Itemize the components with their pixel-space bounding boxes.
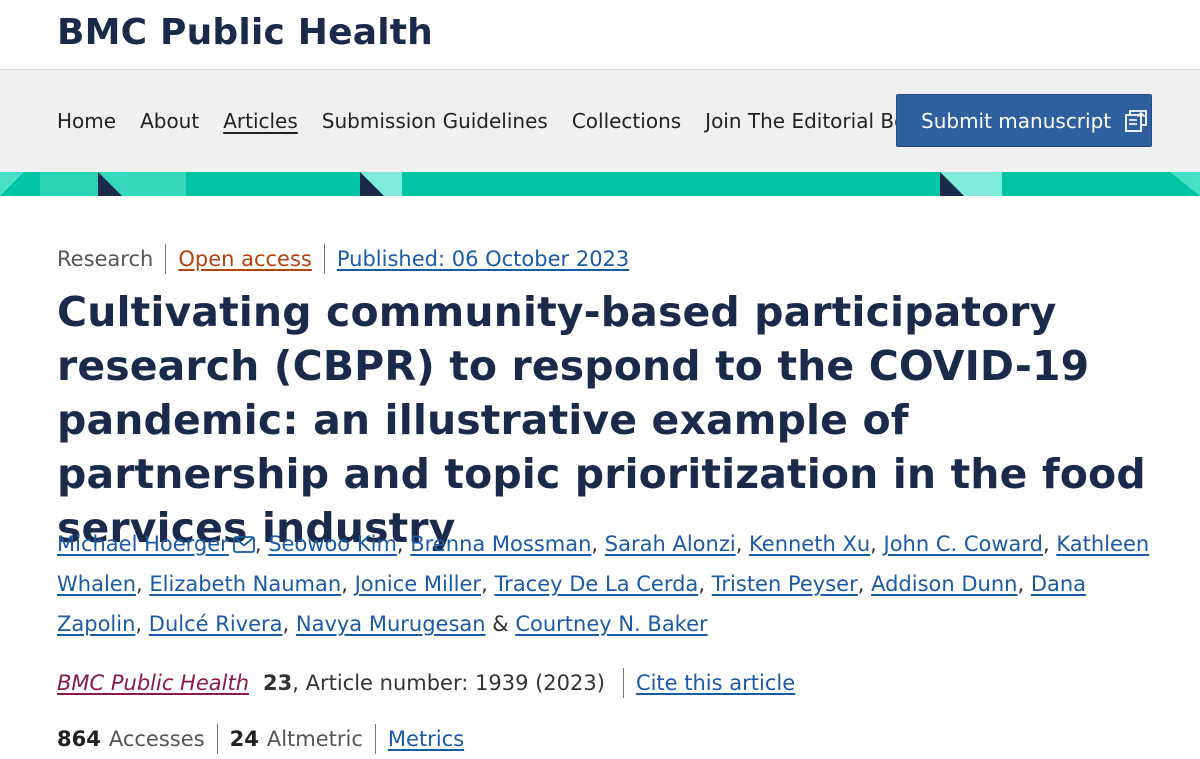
main-navigation: Home About Articles Submission Guideline…	[0, 70, 1200, 172]
submit-manuscript-button[interactable]: Submit manuscript	[896, 94, 1152, 147]
author-link[interactable]: Jonice Miller	[355, 572, 482, 596]
author-link[interactable]: Elizabeth Nauman	[149, 572, 341, 596]
journal-title[interactable]: BMC Public Health	[57, 12, 433, 53]
journal-link[interactable]: BMC Public Health	[57, 671, 249, 695]
metrics-link[interactable]: Metrics	[388, 727, 464, 751]
nav-articles[interactable]: Articles	[223, 109, 298, 133]
accesses-count: 864	[57, 727, 101, 751]
nav-links: Home About Articles Submission Guideline…	[57, 70, 963, 172]
cite-article-link[interactable]: Cite this article	[636, 671, 795, 695]
meta-divider	[165, 244, 167, 274]
author-link[interactable]: Michael Hoerger	[57, 532, 229, 556]
author-link[interactable]: Navya Murugesan	[296, 612, 486, 636]
author-link[interactable]: Dulcé Rivera	[149, 612, 283, 636]
citation-divider	[622, 668, 624, 698]
submit-manuscript-icon	[1125, 109, 1148, 132]
author-link[interactable]: Kenneth Xu	[749, 532, 870, 556]
author-link[interactable]: Courtney N. Baker	[515, 612, 707, 636]
nav-submission-guidelines[interactable]: Submission Guidelines	[322, 109, 548, 133]
author-link[interactable]: Sarah Alonzi	[605, 532, 736, 556]
author-list: Michael Hoerger, Seowoo Kim, Brenna Moss…	[57, 532, 1150, 636]
nav-collections[interactable]: Collections	[572, 109, 681, 133]
article-meta: Research Open access Published: 06 Octob…	[57, 243, 629, 275]
author-link[interactable]: John C. Coward	[884, 532, 1044, 556]
author-link[interactable]: Brenna Mossman	[410, 532, 591, 556]
article-title: Cultivating community-based participator…	[57, 288, 1146, 552]
author-link[interactable]: Tracey De La Cerda	[494, 572, 698, 596]
nav-home[interactable]: Home	[57, 109, 116, 133]
meta-divider	[323, 244, 325, 274]
accesses-label: Accesses	[108, 727, 205, 751]
nav-about[interactable]: About	[140, 109, 199, 133]
mail-icon[interactable]	[232, 536, 255, 553]
citation-row: BMC Public Health 23 , Article number: 1…	[57, 666, 795, 700]
article-number: , Article number: 1939 (2023)	[292, 671, 605, 695]
open-access-link[interactable]: Open access	[178, 247, 312, 271]
volume-number: 23	[263, 671, 293, 695]
article-type: Research	[57, 247, 154, 271]
masthead: BMC Public Health	[0, 0, 1200, 70]
metrics-row: 864 Accesses 24 Altmetric Metrics	[57, 722, 464, 756]
decorative-band	[0, 172, 1200, 196]
author-link[interactable]: Seowoo Kim	[268, 532, 397, 556]
author-link[interactable]: Tristen Peyser	[712, 572, 858, 596]
metrics-divider	[216, 724, 218, 754]
published-date-link[interactable]: Published: 06 October 2023	[337, 247, 629, 271]
metrics-divider	[374, 724, 376, 754]
altmetric-count: 24	[229, 727, 259, 751]
altmetric-label: Altmetric	[266, 727, 363, 751]
author-link[interactable]: Addison Dunn	[871, 572, 1017, 596]
submit-manuscript-label: Submit manuscript	[921, 108, 1112, 133]
